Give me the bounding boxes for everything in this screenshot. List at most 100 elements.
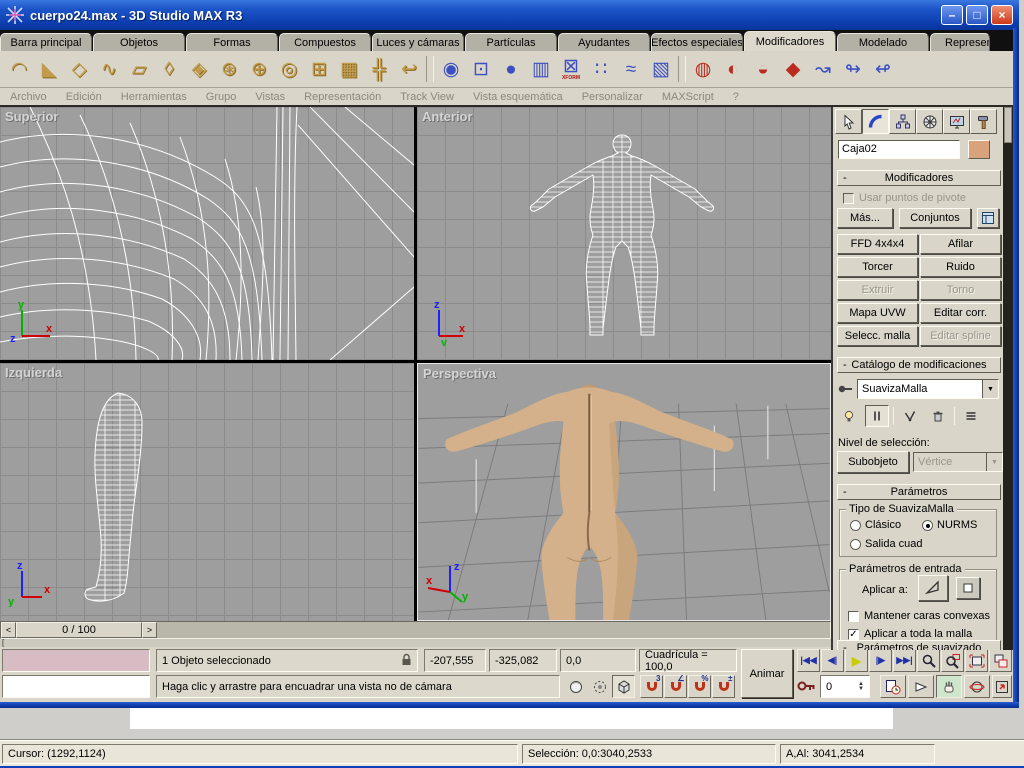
explode-icon[interactable]: ⊛: [214, 54, 244, 84]
modifier-button[interactable]: Selecc. malla: [837, 326, 918, 346]
render-sphere-icon[interactable]: [564, 675, 587, 698]
patch-icon[interactable]: ◒: [748, 54, 778, 84]
viewport-superior[interactable]: Superior y x z: [0, 107, 414, 360]
snap-angle-icon[interactable]: ∠: [664, 674, 687, 698]
menu-item[interactable]: Grupo: [206, 91, 237, 103]
object-color-swatch[interactable]: [968, 140, 990, 159]
toolbar-divider[interactable]: [426, 56, 434, 82]
active-toggle-bulb-icon[interactable]: [837, 405, 861, 427]
viewport-anterior[interactable]: Anterior z x y: [417, 107, 831, 360]
spline-box-icon[interactable]: ↬: [838, 54, 868, 84]
shelf-tab[interactable]: Partículas: [465, 33, 557, 51]
coord-x-field[interactable]: -207,555: [424, 649, 486, 672]
modifier-button[interactable]: Ruido: [920, 257, 1001, 277]
tab-hierarchy[interactable]: [889, 109, 916, 134]
rollout-parameters[interactable]: - Parámetros: [837, 484, 1001, 500]
subobject-button[interactable]: Subobjeto: [837, 451, 909, 473]
menu-item[interactable]: Edición: [66, 91, 102, 103]
modifier-button[interactable]: Torno: [920, 280, 1001, 300]
modifier-stack-dropdown[interactable]: SuavizaMalla ▼: [857, 379, 999, 399]
xform-move-icon[interactable]: ╬: [364, 54, 394, 84]
shelf-tab[interactable]: Ayudantes: [558, 33, 650, 51]
modifier-button[interactable]: FFD 4x4x4: [837, 234, 918, 254]
camera-icon[interactable]: ◉: [436, 54, 466, 84]
current-frame-field[interactable]: 0 ▲ ▼: [820, 675, 870, 698]
panel-scrollbar[interactable]: [1003, 107, 1013, 650]
menu-item[interactable]: Vistas: [255, 91, 285, 103]
tab-display[interactable]: [943, 109, 970, 134]
keep-convex-checkbox[interactable]: Mantener caras convexas: [848, 610, 990, 622]
shelf-tab[interactable]: Compuestos: [279, 33, 371, 51]
menu-item[interactable]: Personalizar: [582, 91, 643, 103]
menu-item[interactable]: Archivo: [10, 91, 47, 103]
displace-globe-icon[interactable]: ◐: [718, 54, 748, 84]
viewport-label-superior[interactable]: Superior: [5, 109, 58, 124]
sets-button[interactable]: Conjuntos: [899, 208, 971, 228]
modifier-button[interactable]: Editar corr.: [920, 303, 1001, 323]
zoom-extents-all-icon[interactable]: [989, 649, 1012, 672]
sphere-icon[interactable]: ●: [496, 54, 526, 84]
show-end-result-icon[interactable]: [898, 405, 922, 427]
menu-item[interactable]: ?: [733, 91, 739, 103]
track-bar[interactable]: [: [0, 639, 831, 647]
shelf-tab[interactable]: Luces y cámaras: [372, 33, 464, 51]
key-mode-icon[interactable]: [797, 679, 817, 696]
render-cube-icon[interactable]: [612, 675, 635, 698]
menu-item[interactable]: Track View: [400, 91, 454, 103]
shelf-tab[interactable]: Modelado: [837, 33, 929, 51]
frame-back-button[interactable]: <: [1, 622, 16, 638]
make-unique-icon[interactable]: [865, 405, 889, 427]
object-name-field[interactable]: Caja02: [838, 140, 960, 159]
selection-lock-icon[interactable]: [401, 653, 412, 669]
pan-hand-icon[interactable]: [936, 675, 962, 698]
apply-whole-mesh-checkbox[interactable]: ✓ Aplicar a toda la malla: [848, 628, 972, 640]
tab-modify[interactable]: [862, 109, 889, 134]
render-dotted-sphere-icon[interactable]: [588, 675, 611, 698]
shelf-tab[interactable]: Modificadores: [744, 31, 836, 51]
animate-button[interactable]: Animar: [741, 649, 793, 698]
use-pivot-checkbox[interactable]: Usar puntos de pivote: [843, 192, 966, 204]
apply-to-element-button[interactable]: [956, 577, 980, 599]
spline-curve-icon[interactable]: ↫: [868, 54, 898, 84]
xform-icon[interactable]: ⊠ XFORM: [556, 54, 586, 84]
mirror-icon[interactable]: ↩: [394, 54, 424, 84]
min-max-toggle-icon[interactable]: [992, 675, 1012, 698]
spray-icon[interactable]: ≈: [616, 54, 646, 84]
coord-z-field[interactable]: 0,0: [560, 649, 636, 672]
pin-stack-icon[interactable]: [837, 381, 853, 397]
modifier-button[interactable]: Mapa UVW: [837, 303, 918, 323]
menu-item[interactable]: MAXScript: [662, 91, 714, 103]
rollout-modifiers[interactable]: - Modificadores: [837, 170, 1001, 186]
edit-stack-icon[interactable]: [959, 405, 983, 427]
arc-rotate-icon[interactable]: [964, 675, 990, 698]
sets-window-icon[interactable]: [977, 208, 999, 228]
modifier-button[interactable]: Torcer: [837, 257, 918, 277]
viewport-perspectiva[interactable]: Perspectiva z x y: [417, 363, 831, 621]
sphere-gizmo-icon[interactable]: ⊕: [244, 54, 274, 84]
snap-percent-icon[interactable]: %: [688, 674, 711, 698]
linked-xform-icon[interactable]: ⊡: [466, 54, 496, 84]
menu-item[interactable]: Vista esquemática: [473, 91, 563, 103]
modifier-button[interactable]: Afilar: [920, 234, 1001, 254]
stretch-icon[interactable]: ◊: [154, 54, 184, 84]
radio-classic[interactable]: Clásico: [850, 519, 901, 531]
zoom-icon[interactable]: [917, 649, 940, 672]
close-button[interactable]: ×: [991, 5, 1013, 25]
apply-to-face-button[interactable]: [918, 575, 948, 601]
pan-arrow-icon[interactable]: [908, 675, 934, 698]
radio-quad-output[interactable]: Salida cuad: [850, 538, 923, 550]
remove-modifier-trash-icon[interactable]: [926, 405, 950, 427]
menu-item[interactable]: Representación: [304, 91, 381, 103]
bend-icon[interactable]: ◠: [4, 54, 34, 84]
shelf-tab[interactable]: Barra principal: [0, 33, 92, 51]
squeeze-icon[interactable]: ◈: [184, 54, 214, 84]
play-button[interactable]: ▶: [845, 649, 868, 672]
viewport-label-perspectiva[interactable]: Perspectiva: [423, 366, 496, 381]
taper-icon[interactable]: ◣: [34, 54, 64, 84]
scatter-icon[interactable]: ◍: [688, 54, 718, 84]
shelf-tab[interactable]: Formas: [186, 33, 278, 51]
rollout-smoothing-parameters[interactable]: - Parámetros de suavizado: [837, 640, 1001, 650]
radio-nurms[interactable]: NURMS: [922, 519, 977, 531]
tab-utilities[interactable]: [970, 109, 997, 134]
ripple-icon[interactable]: ◎: [274, 54, 304, 84]
